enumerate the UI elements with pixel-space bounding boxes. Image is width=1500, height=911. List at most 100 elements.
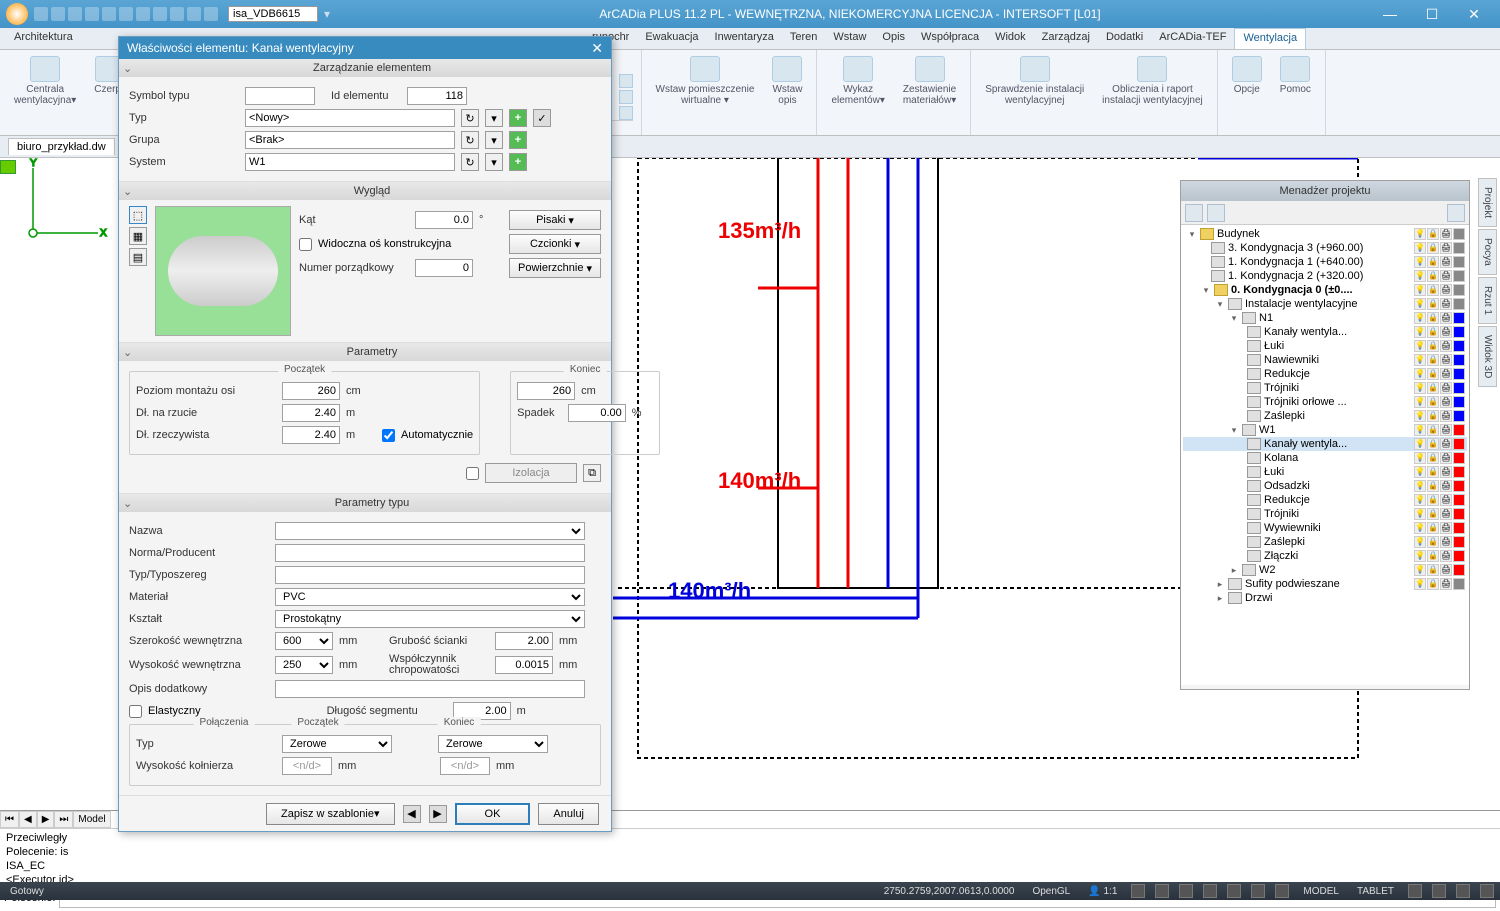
dl-rzut-input[interactable] <box>282 404 340 422</box>
tree-item[interactable]: Zaślepki💡🔒🖨 <box>1183 535 1467 549</box>
izolacja-button[interactable]: Izolacja <box>485 463 577 483</box>
conn-typ-p-select[interactable]: Zerowe <box>282 735 392 753</box>
sidetab-rzut1[interactable]: Rzut 1 <box>1478 277 1497 324</box>
status-icon[interactable] <box>1408 884 1422 898</box>
wys-select[interactable]: 250 <box>275 656 333 674</box>
tree-item[interactable]: Odsadzki💡🔒🖨 <box>1183 479 1467 493</box>
qat-icon[interactable] <box>34 7 48 21</box>
material-select[interactable]: PVC <box>275 588 585 606</box>
tree-item[interactable]: Kolana💡🔒🖨 <box>1183 451 1467 465</box>
tree-item[interactable]: Kanały wentyla...💡🔒🖨 <box>1183 325 1467 339</box>
czcionki-button[interactable]: Czcionki ▾ <box>509 234 601 254</box>
tree-item[interactable]: Wywiewniki💡🔒🖨 <box>1183 521 1467 535</box>
tree-item[interactable]: Nawiewniki💡🔒🖨 <box>1183 353 1467 367</box>
dialog-close-button[interactable]: ✕ <box>591 40 603 57</box>
pm-tool-icon[interactable] <box>1185 204 1203 222</box>
dropdown-icon[interactable]: ▾ <box>485 131 503 149</box>
ok-button[interactable]: OK <box>455 803 531 825</box>
ksztalt-select[interactable]: Prostokątny <box>275 610 585 628</box>
conn-typ-k-select[interactable]: Zerowe <box>438 735 548 753</box>
tab-wentylacja[interactable]: Wentylacja <box>1234 28 1306 49</box>
wstaw-pomieszczenie-button[interactable]: Wstaw pomieszczenie wirtualne ▾ <box>650 54 761 108</box>
check-icon[interactable]: ✓ <box>533 109 551 127</box>
tab-wspolpraca[interactable]: Współpraca <box>913 28 987 49</box>
nazwa-select[interactable] <box>275 522 585 540</box>
qat-icon[interactable] <box>85 7 99 21</box>
zapisz-szablon-button[interactable]: Zapisz w szablonie ▾ <box>266 803 394 825</box>
zestawienie-button[interactable]: Zestawienie materiałów▾ <box>897 54 962 108</box>
system-input[interactable] <box>245 153 455 171</box>
tree-item[interactable]: Łuki💡🔒🖨 <box>1183 339 1467 353</box>
refresh-icon[interactable]: ↻ <box>461 153 479 171</box>
sidetab-widok3d[interactable]: Widok 3D <box>1478 326 1497 387</box>
status-model[interactable]: MODEL <box>1299 886 1343 897</box>
qat-icon[interactable] <box>204 7 218 21</box>
pisaki-button[interactable]: Pisaki ▾ <box>509 210 601 230</box>
layout-tab-model[interactable]: Model <box>73 811 110 828</box>
status-scale[interactable]: 👤 1:1 <box>1084 886 1121 897</box>
status-icon[interactable] <box>1227 884 1241 898</box>
status-icon[interactable] <box>1131 884 1145 898</box>
tree-item[interactable]: Redukcje💡🔒🖨 <box>1183 493 1467 507</box>
anuluj-button[interactable]: Anuluj <box>538 803 599 825</box>
tree-item[interactable]: Trójniki💡🔒🖨 <box>1183 381 1467 395</box>
dropdown-icon[interactable]: ▾ <box>485 153 503 171</box>
tab-widok[interactable]: Widok <box>987 28 1034 49</box>
maximize-button[interactable]: ☐ <box>1412 3 1452 25</box>
izolacja-checkbox[interactable] <box>466 467 479 480</box>
status-icon[interactable] <box>1275 884 1289 898</box>
ribbon-icon-button[interactable] <box>619 106 633 120</box>
wsp-input[interactable] <box>495 656 553 674</box>
pm-tool-icon[interactable] <box>1207 204 1225 222</box>
status-icon[interactable] <box>1203 884 1217 898</box>
collapse-icon[interactable]: ⌄ <box>123 497 137 510</box>
nav-last-icon[interactable]: ⏭ <box>54 811 73 828</box>
view-icon[interactable]: ▤ <box>129 248 147 266</box>
panel-title[interactable]: Menadżer projektu <box>1181 181 1469 201</box>
qat-icon[interactable] <box>153 7 167 21</box>
pm-tool-icon[interactable] <box>1447 204 1465 222</box>
status-icon[interactable] <box>1456 884 1470 898</box>
status-icon[interactable] <box>1480 884 1494 898</box>
minimize-button[interactable]: — <box>1370 3 1410 25</box>
sidetab-projekt[interactable]: Projekt <box>1478 178 1497 227</box>
nav-first-icon[interactable]: ⏮ <box>0 811 19 828</box>
qat-icon[interactable] <box>102 7 116 21</box>
dl-rzecz-input[interactable] <box>282 426 340 444</box>
ribbon-icon-button[interactable] <box>619 74 633 88</box>
spadek-input[interactable] <box>568 404 626 422</box>
id-elementu-input[interactable] <box>407 87 467 105</box>
norma-input[interactable] <box>275 544 585 562</box>
tab-ewakuacja[interactable]: Ewakuacja <box>637 28 706 49</box>
refresh-icon[interactable]: ↻ <box>461 109 479 127</box>
obliczenia-button[interactable]: Obliczenia i raport instalacji wentylacy… <box>1096 54 1209 108</box>
elastyczny-checkbox[interactable] <box>129 705 142 718</box>
tree-item[interactable]: Trójniki💡🔒🖨 <box>1183 507 1467 521</box>
opcje-button[interactable]: Opcje <box>1226 54 1268 97</box>
opis-input[interactable] <box>275 680 585 698</box>
sprawdzenie-button[interactable]: Sprawdzenie instalacji wentylacyjnej <box>979 54 1090 108</box>
tab-teren[interactable]: Teren <box>782 28 826 49</box>
poziom-k-input[interactable] <box>517 382 575 400</box>
expand-icon[interactable]: ⧉ <box>583 464 601 482</box>
os-checkbox[interactable] <box>299 238 312 251</box>
grub-input[interactable] <box>495 632 553 650</box>
grupa-input[interactable] <box>245 131 455 149</box>
sidetab-pocya[interactable]: Pocya <box>1478 229 1497 275</box>
tab-architektura[interactable]: Architektura <box>6 28 81 49</box>
wykaz-button[interactable]: Wykaz elementów▾ <box>825 54 890 108</box>
dialog-titlebar[interactable]: Właściwości elementu: Kanał wentylacyjny… <box>119 37 611 59</box>
tab-arcadia-tef[interactable]: ArCADia-TEF <box>1151 28 1234 49</box>
nav-prev-icon[interactable]: ◀ <box>19 811 37 828</box>
qat-icon[interactable] <box>170 7 184 21</box>
symbol-typu-input[interactable] <box>245 87 315 105</box>
dropdown-icon[interactable]: ▾ <box>485 109 503 127</box>
tree-item[interactable]: Łuki💡🔒🖨 <box>1183 465 1467 479</box>
kolnierz-p-input[interactable] <box>282 757 332 775</box>
collapse-icon[interactable]: ⌄ <box>123 346 137 359</box>
status-icon[interactable] <box>1251 884 1265 898</box>
numer-input[interactable] <box>415 259 473 277</box>
tab-zarzadzaj[interactable]: Zarządzaj <box>1034 28 1098 49</box>
wstaw-opis-button[interactable]: Wstaw opis <box>766 54 808 108</box>
nav-next-icon[interactable]: ▶ <box>37 811 55 828</box>
